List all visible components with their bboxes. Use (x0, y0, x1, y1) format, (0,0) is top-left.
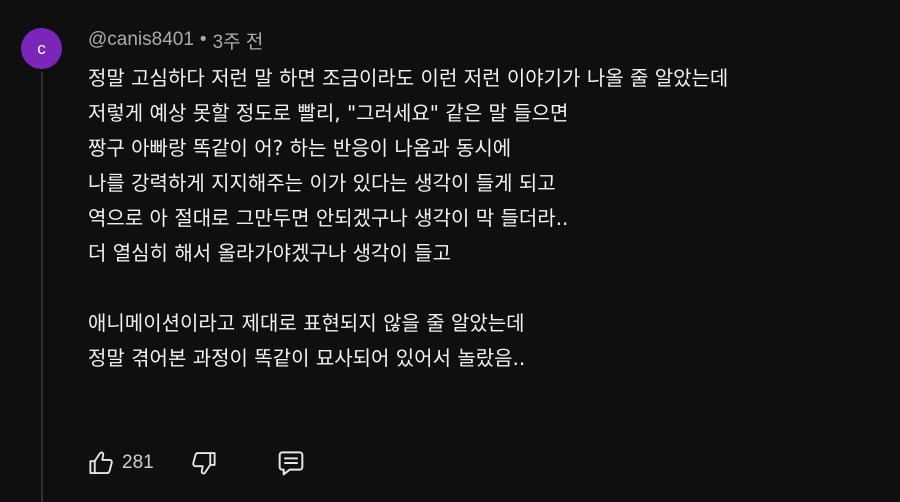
comment-line: 저렇게 예상 못할 정도로 빨리, "그러세요" 같은 말 들으면 (88, 101, 569, 125)
thumb-up-icon (86, 448, 116, 478)
comment-header: @canis8401 • 3주 전 (88, 27, 263, 53)
avatar-letter: c (37, 38, 46, 58)
comment-time[interactable]: 3주 전 (213, 27, 264, 54)
comment-line: 정말 겪어본 과정이 똑같이 묘사되어 있어서 놀랐음.. (88, 346, 526, 370)
like-count: 281 (122, 452, 154, 473)
comment-icon (275, 447, 307, 479)
comment-line: 짱구 아빠랑 똑같이 어? 하는 반응이 나옴과 동시에 (88, 136, 512, 160)
comment-line: 정말 고심하다 저런 말 하면 조금이라도 이런 저런 이야기가 나올 줄 알았… (88, 66, 729, 90)
comment-line: 역으로 아 절대로 그만두면 안되겠구나 생각이 막 들더라.. (88, 206, 569, 230)
comment-actions: 281 (86, 443, 307, 483)
comment-line: 애니메이션이라고 제대로 표현되지 않을 줄 알았는데 (88, 311, 525, 335)
comment-line: 나를 강력하게 지지해주는 이가 있다는 생각이 들게 되고 (88, 171, 556, 195)
reply-button[interactable] (275, 447, 307, 479)
comment-line: 더 열심히 해서 올라가야겠구나 생각이 들고 (88, 241, 451, 265)
separator-dot: • (199, 29, 207, 50)
like-button[interactable] (86, 448, 116, 478)
author-name[interactable]: @canis8401 (88, 29, 194, 51)
thread-line (41, 72, 43, 502)
comment-body: 정말 고심하다 저런 말 하면 조금이라도 이런 저런 이야기가 나올 줄 알았… (88, 61, 888, 376)
avatar[interactable]: c (21, 28, 62, 69)
dislike-button[interactable] (189, 448, 219, 478)
thumb-down-icon (189, 448, 219, 478)
